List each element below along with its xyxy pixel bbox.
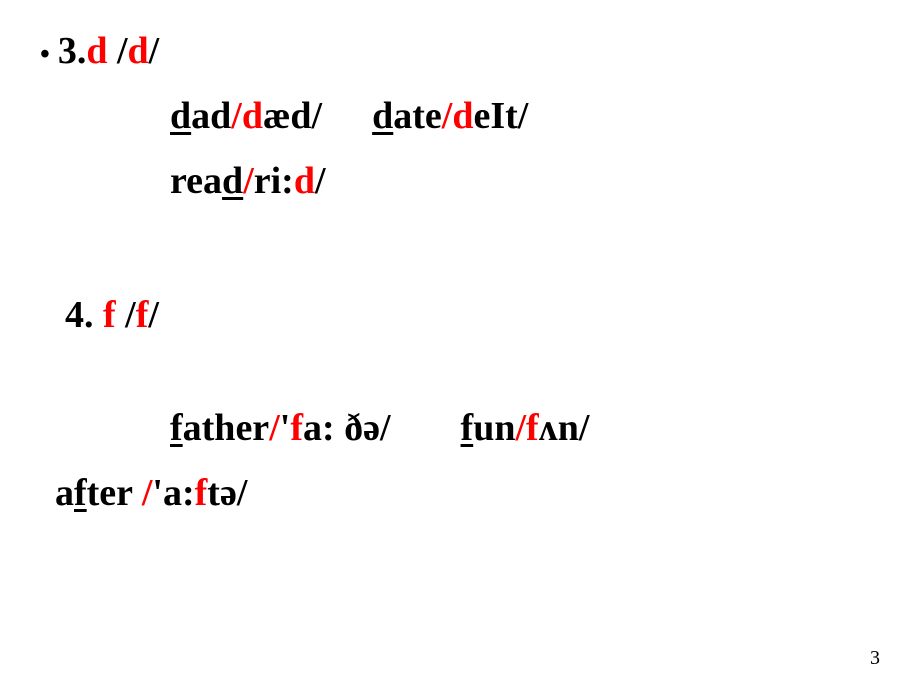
item-4-heading: 4. f /f/ xyxy=(65,289,880,342)
phoneme-close: / xyxy=(149,30,160,72)
word-dad-ph-highlight: d xyxy=(242,95,263,137)
word-read-pre: rea xyxy=(170,160,222,202)
word-dad-slash: / xyxy=(231,95,242,137)
item-letter: f xyxy=(103,294,116,336)
word-date-rest: ate xyxy=(393,95,442,137)
word-dad-ph-rest: æd/ xyxy=(263,95,322,137)
item-3-examples-row1: dad/dæd/date/deIt/ xyxy=(170,90,880,143)
word-after-pre: a xyxy=(55,472,74,514)
word-read-ph-highlight: d xyxy=(294,160,315,202)
word-date-underline: d xyxy=(372,95,393,137)
word-read-slash: / xyxy=(243,160,254,202)
word-after-stress: ' xyxy=(152,472,163,514)
word-fun-ph-rest: ʌn/ xyxy=(539,407,590,449)
item-letter: d xyxy=(86,30,107,72)
word-after-underline: f xyxy=(74,472,87,514)
word-father-slash: / xyxy=(269,407,280,449)
word-date-ph-rest: eIt/ xyxy=(474,95,529,137)
item-4-examples-row2: after /'a:ftə/ xyxy=(55,467,880,520)
word-fun-slash: / xyxy=(515,407,526,449)
word-dad-underline: d xyxy=(170,95,191,137)
phoneme-close: / xyxy=(148,294,159,336)
item-3-examples-row2: read/ri:d/ xyxy=(170,155,880,208)
word-date-ph-highlight: d xyxy=(452,95,473,137)
bullet-icon: • xyxy=(40,35,50,74)
word-father-underline: f xyxy=(170,407,183,449)
word-after-ph-highlight: f xyxy=(195,472,208,514)
phoneme-letter: f xyxy=(136,294,149,336)
word-fun-underline: f xyxy=(461,407,474,449)
phoneme-open: / xyxy=(116,294,136,336)
word-read-underline: d xyxy=(222,160,243,202)
word-read-ph-close: / xyxy=(315,160,326,202)
word-father-ph-rest: a: ðə/ xyxy=(303,407,391,449)
phoneme-open: / xyxy=(107,30,127,72)
word-after-slash: / xyxy=(142,472,153,514)
phoneme-letter: d xyxy=(128,30,149,72)
item-4-examples-row1: father/'fa: ðə/fun/fʌn/ xyxy=(170,402,880,455)
word-after-ph-rest: tə/ xyxy=(207,472,247,514)
word-dad-rest: ad xyxy=(191,95,231,137)
item-number: 4. xyxy=(65,294,103,336)
word-father-rest: ather xyxy=(183,407,270,449)
word-date-slash: / xyxy=(442,95,453,137)
word-after-rest: ter xyxy=(87,472,142,514)
item-number: 3. xyxy=(58,30,87,72)
item-3-heading: •3.d /d/ xyxy=(40,25,880,78)
word-fun-ph-highlight: f xyxy=(526,407,539,449)
page-number: 3 xyxy=(870,647,880,670)
word-read-ph-pre: ri: xyxy=(254,160,294,202)
word-fun-rest: un xyxy=(473,407,515,449)
word-after-ph-pre: a: xyxy=(163,472,195,514)
word-father-stress: ' xyxy=(280,407,291,449)
word-father-ph-highlight: f xyxy=(290,407,303,449)
